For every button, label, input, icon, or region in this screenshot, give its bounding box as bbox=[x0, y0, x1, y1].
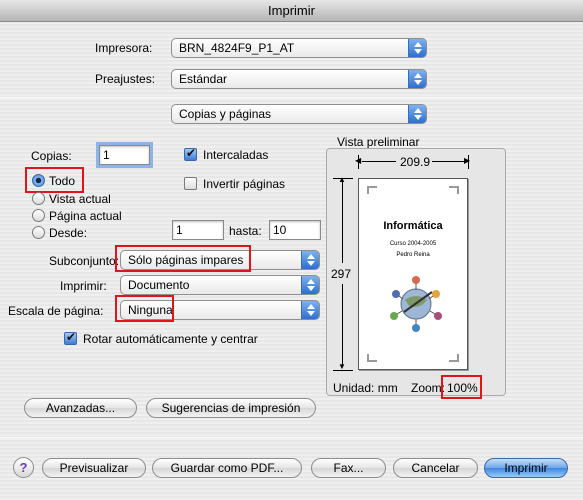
print-what-popup[interactable]: Documento bbox=[120, 275, 320, 295]
preview-width: 209.9 bbox=[400, 155, 431, 169]
corner-ornament bbox=[449, 354, 459, 362]
corner-ornament bbox=[449, 186, 459, 194]
printer-popup[interactable]: BRN_4824F9_P1_AT bbox=[171, 38, 427, 58]
save-pdf-button[interactable]: Guardar como PDF... bbox=[152, 458, 302, 478]
copies-input[interactable] bbox=[99, 145, 150, 165]
separator bbox=[0, 437, 583, 438]
popup-arrows-icon bbox=[301, 276, 319, 294]
help-button[interactable]: ? bbox=[13, 457, 34, 478]
radio-current-page-label: Página actual bbox=[49, 209, 122, 223]
dimension-line bbox=[432, 161, 465, 162]
dimension-line bbox=[342, 181, 343, 263]
suggestions-button[interactable]: Sugerencias de impresión bbox=[146, 398, 316, 418]
radio-current-view[interactable] bbox=[32, 192, 45, 205]
auto-rotate-label: Rotar automáticamente y centrar bbox=[83, 332, 258, 346]
page-scale-label: Escala de página: bbox=[8, 304, 104, 318]
arrow-up-icon: ▲ bbox=[338, 175, 346, 184]
popup-arrows-icon bbox=[408, 70, 426, 88]
corner-ornament bbox=[367, 186, 377, 194]
printer-value: BRN_4824F9_P1_AT bbox=[179, 41, 295, 55]
print-what-label: Imprimir: bbox=[60, 279, 107, 293]
arrow-right-icon: ▶ bbox=[464, 156, 471, 165]
range-from-input[interactable] bbox=[172, 220, 224, 240]
copies-label: Copias: bbox=[31, 149, 72, 163]
radio-current-view-label: Vista actual bbox=[49, 192, 111, 206]
popup-arrows-icon bbox=[408, 39, 426, 57]
print-what-value: Documento bbox=[128, 278, 190, 292]
panel-value: Copias y páginas bbox=[179, 107, 272, 121]
subset-label: Subconjunto: bbox=[49, 254, 120, 268]
radio-all-label: Todo bbox=[49, 174, 76, 188]
radio-current-page[interactable] bbox=[32, 209, 45, 222]
highlight-box bbox=[115, 245, 251, 272]
arrow-left-icon: ◀ bbox=[355, 156, 362, 165]
range-to-input[interactable] bbox=[269, 220, 321, 240]
dimension-line bbox=[362, 161, 396, 162]
radio-range[interactable] bbox=[32, 226, 45, 239]
advanced-button[interactable]: Avanzadas... bbox=[24, 398, 137, 418]
arrow-down-icon: ▼ bbox=[338, 362, 346, 371]
highlight-box bbox=[441, 375, 482, 399]
highlight-box bbox=[115, 295, 174, 322]
preview-illustration bbox=[390, 276, 442, 332]
preview-zoom-label: Zoom: bbox=[411, 381, 446, 395]
collate-label: Intercaladas bbox=[203, 148, 269, 162]
popup-arrows-icon bbox=[301, 251, 319, 269]
window-title: Imprimir bbox=[0, 0, 583, 22]
presets-label: Preajustes: bbox=[95, 72, 156, 86]
range-to-label: hasta: bbox=[229, 224, 262, 238]
printer-label: Impresora: bbox=[95, 41, 153, 55]
cancel-button[interactable]: Cancelar bbox=[393, 458, 478, 478]
preview-height: 297 bbox=[331, 267, 352, 281]
collate-checkbox[interactable] bbox=[184, 146, 197, 161]
separator bbox=[0, 97, 583, 98]
popup-arrows-icon bbox=[301, 301, 319, 319]
fax-button[interactable]: Fax... bbox=[311, 458, 386, 478]
preview-title: Vista preliminar bbox=[337, 135, 420, 149]
auto-rotate-checkbox[interactable] bbox=[64, 330, 77, 345]
preview-units: Unidad: mm bbox=[333, 381, 398, 395]
dimension-line bbox=[342, 284, 343, 367]
presets-popup[interactable]: Estándar bbox=[171, 69, 427, 89]
corner-ornament bbox=[367, 354, 377, 362]
radio-all[interactable] bbox=[32, 174, 45, 187]
preview-doc-title: Informática bbox=[383, 220, 443, 232]
preview-doc-line1: Curso 2004-2005 bbox=[389, 241, 437, 247]
panel-popup[interactable]: Copias y páginas bbox=[171, 104, 427, 124]
radio-range-label: Desde: bbox=[49, 226, 88, 240]
reverse-label: Invertir páginas bbox=[203, 177, 286, 191]
presets-value: Estándar bbox=[179, 72, 228, 86]
preview-doc-line2: Pedro Reina bbox=[396, 252, 430, 258]
reverse-checkbox[interactable] bbox=[184, 177, 197, 190]
preview-button[interactable]: Previsualizar bbox=[42, 458, 146, 478]
print-button[interactable]: Imprimir bbox=[484, 458, 568, 478]
popup-arrows-icon bbox=[408, 105, 426, 123]
